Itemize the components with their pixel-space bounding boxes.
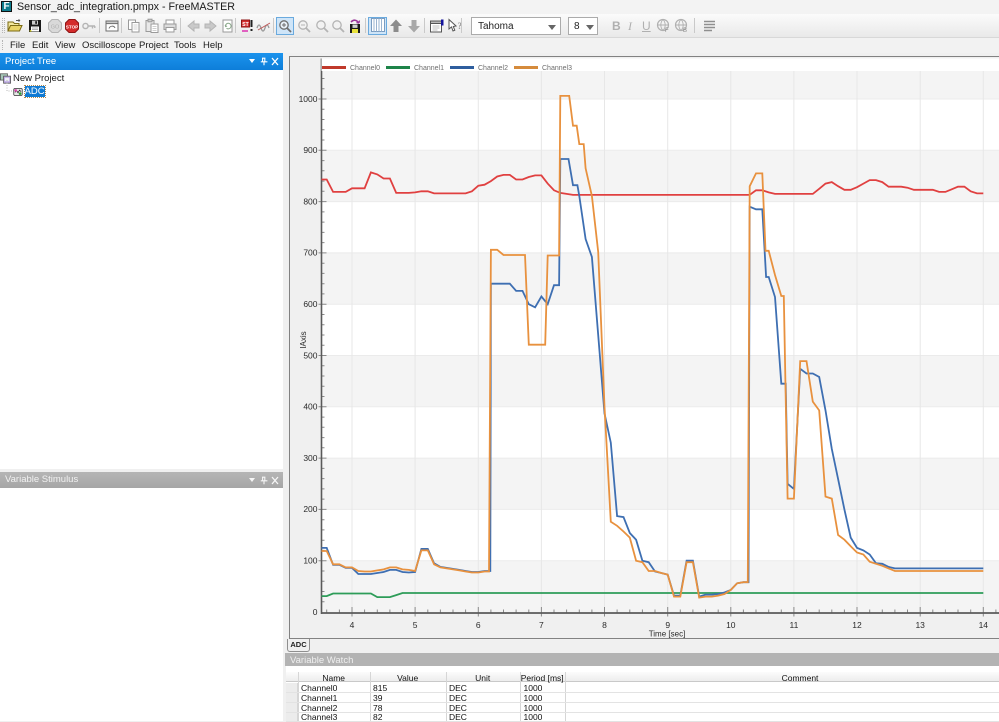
svg-text:B: B [683, 28, 687, 33]
svg-text:8: 8 [602, 620, 607, 630]
svg-text:400: 400 [303, 402, 317, 412]
svg-text:10: 10 [726, 620, 736, 630]
svg-text:5: 5 [413, 620, 418, 630]
svg-text:Channel0: Channel0 [350, 65, 380, 72]
svg-text:0: 0 [313, 607, 318, 617]
svg-text:200: 200 [303, 504, 317, 514]
svg-text:100: 100 [303, 556, 317, 566]
svg-text:9: 9 [665, 620, 670, 630]
svg-text:Channel2: Channel2 [478, 65, 508, 72]
svg-text:Time [sec]: Time [sec] [649, 630, 686, 639]
svg-text:GO: GO [51, 25, 60, 31]
svg-text:ST: ST [242, 22, 248, 28]
svg-text:Channel1: Channel1 [414, 65, 444, 72]
svg-text:Channel3: Channel3 [542, 65, 572, 72]
svg-text:14: 14 [979, 620, 989, 630]
svg-text:4: 4 [350, 620, 355, 630]
svg-text:12: 12 [852, 620, 862, 630]
svg-text:STOP: STOP [66, 24, 78, 29]
svg-text:1000: 1000 [299, 94, 318, 104]
svg-text:F: F [665, 28, 669, 33]
svg-text:600: 600 [303, 299, 317, 309]
svg-text:300: 300 [303, 453, 317, 463]
svg-text:IAxis: IAxis [299, 331, 308, 348]
svg-text:800: 800 [303, 196, 317, 206]
svg-text:900: 900 [303, 145, 317, 155]
svg-text:11: 11 [789, 620, 798, 630]
svg-text:13: 13 [915, 620, 925, 630]
svg-text:500: 500 [303, 350, 317, 360]
svg-text:700: 700 [303, 248, 317, 258]
svg-text:7: 7 [539, 620, 544, 630]
svg-text:6: 6 [476, 620, 481, 630]
